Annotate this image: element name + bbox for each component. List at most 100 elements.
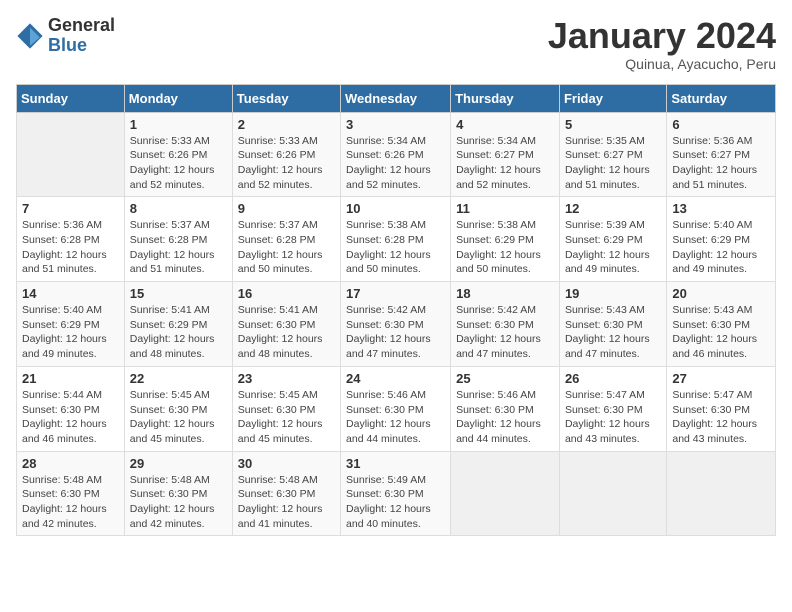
calendar-cell: 9Sunrise: 5:37 AM Sunset: 6:28 PM Daylig…	[232, 197, 340, 282]
calendar-cell: 7 Sunrise: 5:36 AM Sunset: 6:28 PM Daylig…	[17, 197, 125, 282]
day-info: Sunrise: 5:48 AM Sunset: 6:30 PM Dayligh…	[238, 473, 335, 532]
day-info: Sunrise: 5:47 AM Sunset: 6:30 PM Dayligh…	[672, 388, 770, 447]
month-title: January 2024	[548, 16, 776, 56]
logo: General Blue	[16, 16, 115, 56]
calendar-cell: 8 Sunrise: 5:37 AM Sunset: 6:28 PM Daylig…	[124, 197, 232, 282]
title-block: January 2024 Quinua, Ayacucho, Peru	[548, 16, 776, 72]
page-header: General Blue January 2024 Quinua, Ayacuc…	[16, 16, 776, 72]
calendar-cell: 12 Sunrise: 5:39 AM Sunset: 6:29 PM Dayli…	[559, 197, 666, 282]
day-number: 28	[22, 456, 119, 471]
day-info: Sunrise: 5:34 AM Sunset: 6:26 PM Dayligh…	[346, 134, 445, 193]
day-number: 30	[238, 456, 335, 471]
day-number: 21	[22, 371, 119, 386]
day-info: Sunrise: 5:37 AM Sunset: 6:28 PM Dayligh…	[238, 218, 335, 277]
calendar-cell: 13 Sunrise: 5:40 AM Sunset: 6:29 PM Dayli…	[667, 197, 776, 282]
day-info: Sunrise: 5:47 AM Sunset: 6:30 PM Dayligh…	[565, 388, 661, 447]
day-number: 8	[130, 201, 227, 216]
day-info: Sunrise: 5:43 AM Sunset: 6:30 PM Dayligh…	[672, 303, 770, 362]
day-number: 13	[672, 201, 770, 216]
day-info: Sunrise: 5:38 AM Sunset: 6:29 PM Dayligh…	[456, 218, 554, 277]
calendar-cell: 22Sunrise: 5:45 AM Sunset: 6:30 PM Dayli…	[124, 366, 232, 451]
calendar-week-row: 21 Sunrise: 5:44 AM Sunset: 6:30 PM Dayli…	[17, 366, 776, 451]
day-info: Sunrise: 5:36 AM Sunset: 6:28 PM Dayligh…	[22, 218, 119, 277]
calendar-week-row: 1 Sunrise: 5:33 AM Sunset: 6:26 PM Daylig…	[17, 112, 776, 197]
calendar-cell	[451, 451, 560, 536]
day-info: Sunrise: 5:42 AM Sunset: 6:30 PM Dayligh…	[346, 303, 445, 362]
day-info: Sunrise: 5:38 AM Sunset: 6:28 PM Dayligh…	[346, 218, 445, 277]
day-info: Sunrise: 5:37 AM Sunset: 6:28 PM Dayligh…	[130, 218, 227, 277]
day-info: Sunrise: 5:48 AM Sunset: 6:30 PM Dayligh…	[22, 473, 119, 532]
day-number: 18	[456, 286, 554, 301]
day-info: Sunrise: 5:48 AM Sunset: 6:30 PM Dayligh…	[130, 473, 227, 532]
day-number: 27	[672, 371, 770, 386]
day-number: 12	[565, 201, 661, 216]
day-info: Sunrise: 5:34 AM Sunset: 6:27 PM Dayligh…	[456, 134, 554, 193]
day-number: 6	[672, 117, 770, 132]
day-number: 2	[238, 117, 335, 132]
day-info: Sunrise: 5:44 AM Sunset: 6:30 PM Dayligh…	[22, 388, 119, 447]
calendar-cell: 24 Sunrise: 5:46 AM Sunset: 6:30 PM Dayli…	[341, 366, 451, 451]
calendar-cell	[559, 451, 666, 536]
day-info: Sunrise: 5:40 AM Sunset: 6:29 PM Dayligh…	[672, 218, 770, 277]
calendar-cell: 30 Sunrise: 5:48 AM Sunset: 6:30 PM Dayli…	[232, 451, 340, 536]
day-number: 23	[238, 371, 335, 386]
calendar-table: SundayMondayTuesdayWednesdayThursdayFrid…	[16, 84, 776, 537]
day-number: 20	[672, 286, 770, 301]
calendar-cell: 20 Sunrise: 5:43 AM Sunset: 6:30 PM Dayli…	[667, 282, 776, 367]
day-number: 7	[22, 201, 119, 216]
day-number: 31	[346, 456, 445, 471]
day-info: Sunrise: 5:42 AM Sunset: 6:30 PM Dayligh…	[456, 303, 554, 362]
day-number: 19	[565, 286, 661, 301]
day-info: Sunrise: 5:40 AM Sunset: 6:29 PM Dayligh…	[22, 303, 119, 362]
calendar-cell: 14Sunrise: 5:40 AM Sunset: 6:29 PM Dayli…	[17, 282, 125, 367]
calendar-cell: 29 Sunrise: 5:48 AM Sunset: 6:30 PM Dayli…	[124, 451, 232, 536]
day-info: Sunrise: 5:46 AM Sunset: 6:30 PM Dayligh…	[346, 388, 445, 447]
calendar-week-row: 14Sunrise: 5:40 AM Sunset: 6:29 PM Dayli…	[17, 282, 776, 367]
calendar-cell: 27 Sunrise: 5:47 AM Sunset: 6:30 PM Dayli…	[667, 366, 776, 451]
weekday-header: Thursday	[451, 84, 560, 112]
day-number: 11	[456, 201, 554, 216]
calendar-cell: 4 Sunrise: 5:34 AM Sunset: 6:27 PM Daylig…	[451, 112, 560, 197]
calendar-cell: 10Sunrise: 5:38 AM Sunset: 6:28 PM Dayli…	[341, 197, 451, 282]
day-info: Sunrise: 5:33 AM Sunset: 6:26 PM Dayligh…	[130, 134, 227, 193]
weekday-header: Wednesday	[341, 84, 451, 112]
weekday-header-row: SundayMondayTuesdayWednesdayThursdayFrid…	[17, 84, 776, 112]
day-info: Sunrise: 5:41 AM Sunset: 6:30 PM Dayligh…	[238, 303, 335, 362]
weekday-header: Saturday	[667, 84, 776, 112]
calendar-cell: 18 Sunrise: 5:42 AM Sunset: 6:30 PM Dayli…	[451, 282, 560, 367]
day-number: 4	[456, 117, 554, 132]
weekday-header: Monday	[124, 84, 232, 112]
day-info: Sunrise: 5:45 AM Sunset: 6:30 PM Dayligh…	[130, 388, 227, 447]
day-info: Sunrise: 5:45 AM Sunset: 6:30 PM Dayligh…	[238, 388, 335, 447]
day-number: 25	[456, 371, 554, 386]
calendar-week-row: 7 Sunrise: 5:36 AM Sunset: 6:28 PM Daylig…	[17, 197, 776, 282]
day-number: 5	[565, 117, 661, 132]
calendar-cell: 5Sunrise: 5:35 AM Sunset: 6:27 PM Daylig…	[559, 112, 666, 197]
day-number: 16	[238, 286, 335, 301]
calendar-cell: 26 Sunrise: 5:47 AM Sunset: 6:30 PM Dayli…	[559, 366, 666, 451]
day-number: 1	[130, 117, 227, 132]
day-number: 3	[346, 117, 445, 132]
calendar-cell: 25 Sunrise: 5:46 AM Sunset: 6:30 PM Dayli…	[451, 366, 560, 451]
day-info: Sunrise: 5:46 AM Sunset: 6:30 PM Dayligh…	[456, 388, 554, 447]
logo-blue: Blue	[48, 36, 115, 56]
calendar-cell: 16 Sunrise: 5:41 AM Sunset: 6:30 PM Dayli…	[232, 282, 340, 367]
weekday-header: Tuesday	[232, 84, 340, 112]
calendar-cell: 1 Sunrise: 5:33 AM Sunset: 6:26 PM Daylig…	[124, 112, 232, 197]
day-number: 29	[130, 456, 227, 471]
day-number: 15	[130, 286, 227, 301]
day-info: Sunrise: 5:39 AM Sunset: 6:29 PM Dayligh…	[565, 218, 661, 277]
subtitle: Quinua, Ayacucho, Peru	[548, 56, 776, 72]
day-info: Sunrise: 5:43 AM Sunset: 6:30 PM Dayligh…	[565, 303, 661, 362]
calendar-cell: 19 Sunrise: 5:43 AM Sunset: 6:30 PM Dayli…	[559, 282, 666, 367]
day-number: 26	[565, 371, 661, 386]
calendar-cell: 28 Sunrise: 5:48 AM Sunset: 6:30 PM Dayli…	[17, 451, 125, 536]
calendar-cell: 23 Sunrise: 5:45 AM Sunset: 6:30 PM Dayli…	[232, 366, 340, 451]
calendar-cell: 31Sunrise: 5:49 AM Sunset: 6:30 PM Dayli…	[341, 451, 451, 536]
calendar-cell: 2Sunrise: 5:33 AM Sunset: 6:26 PM Daylig…	[232, 112, 340, 197]
calendar-cell: 11 Sunrise: 5:38 AM Sunset: 6:29 PM Dayli…	[451, 197, 560, 282]
day-number: 17	[346, 286, 445, 301]
calendar-week-row: 28 Sunrise: 5:48 AM Sunset: 6:30 PM Dayli…	[17, 451, 776, 536]
logo-text: General Blue	[48, 16, 115, 56]
day-number: 24	[346, 371, 445, 386]
